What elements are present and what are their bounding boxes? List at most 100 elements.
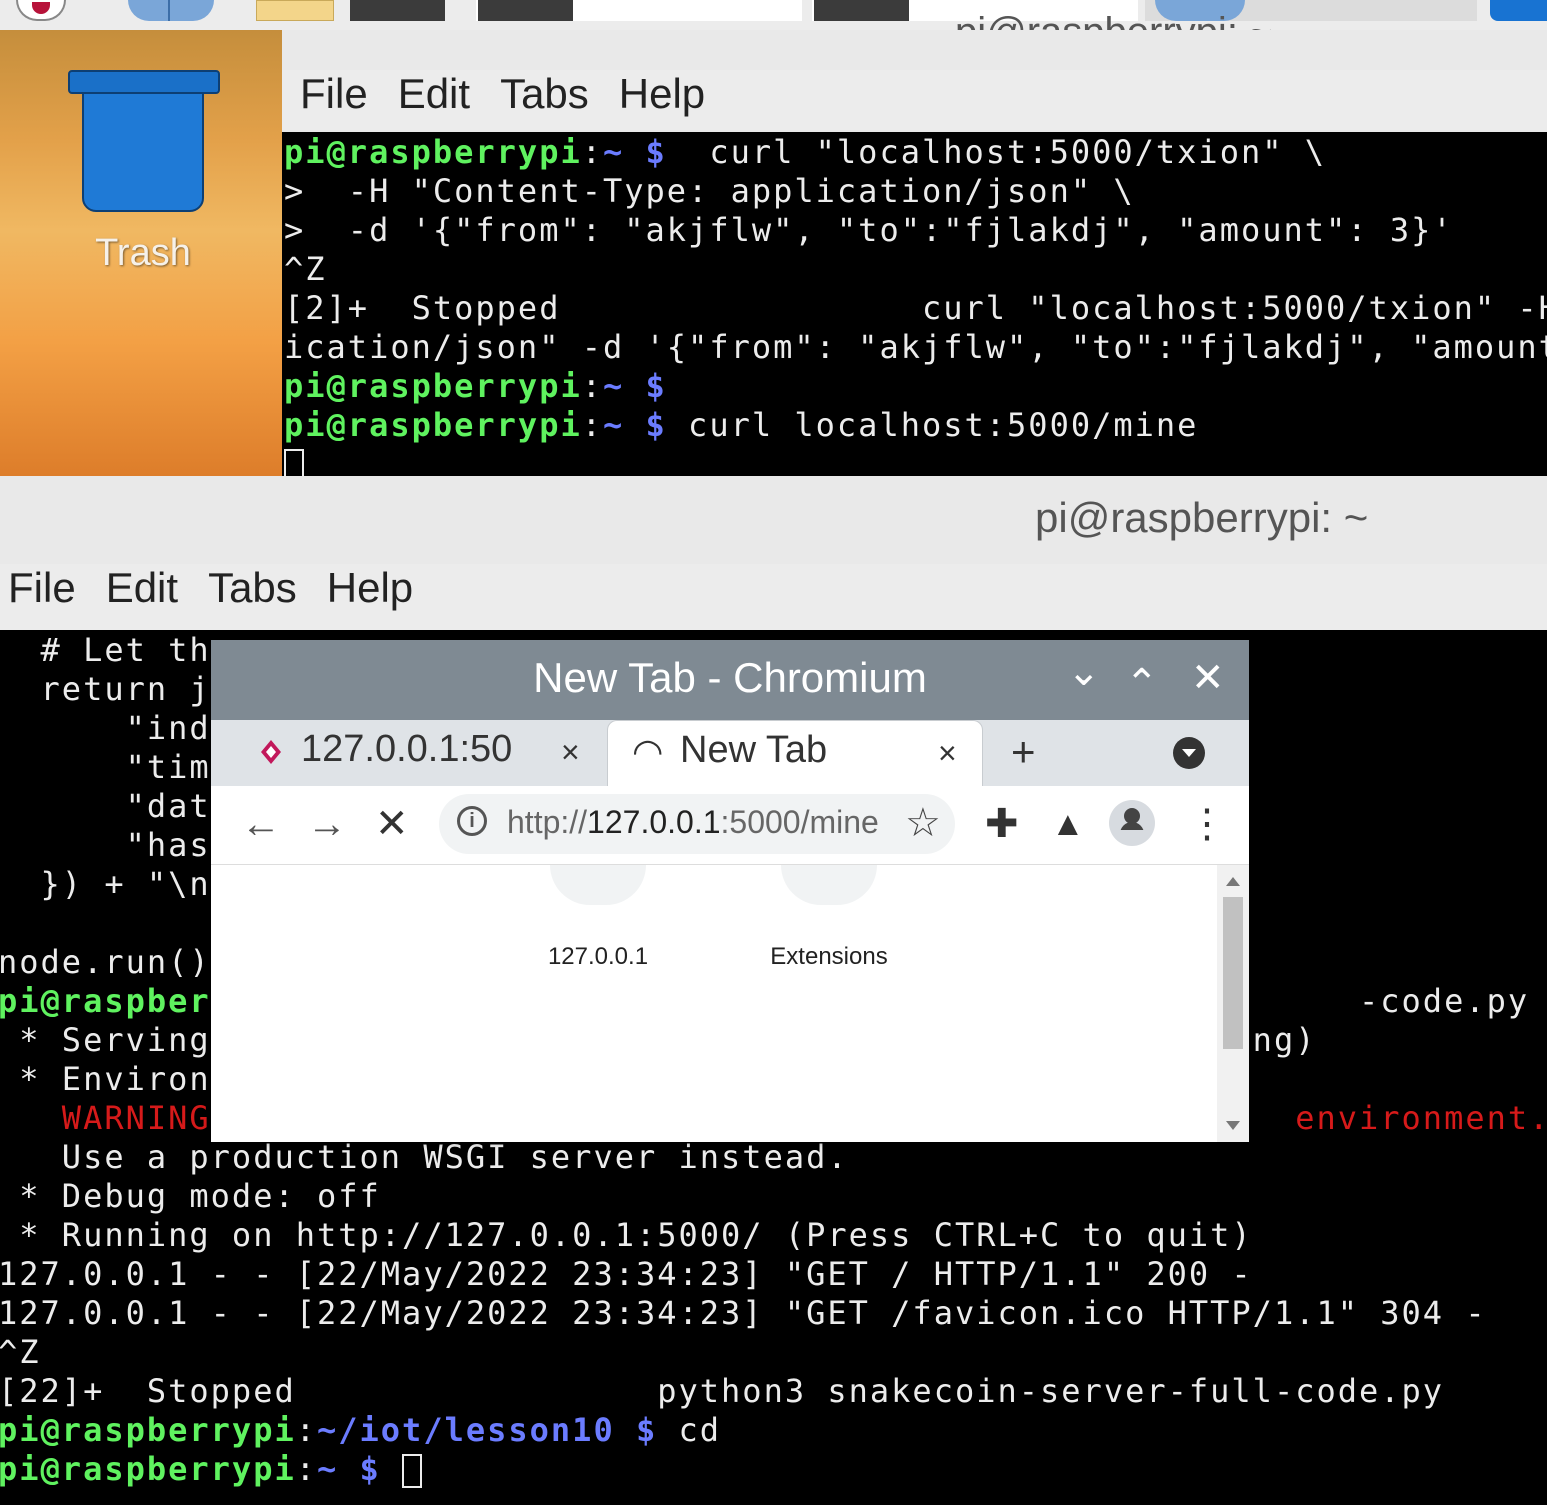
terminal-text: [2]+ Stopped curl "localhost:5000/txion"… (284, 289, 1547, 327)
shortcut-tile-extensions[interactable]: Extensions (729, 865, 929, 971)
terminal-text: return js (0, 670, 232, 708)
terminal-line: "data (0, 787, 232, 826)
terminal-text: Use a production WSGI server instead. (0, 1138, 849, 1176)
terminal-line: "inde (0, 709, 232, 748)
profile-avatar-icon[interactable] (1109, 800, 1155, 846)
shortcut-tile-localhost[interactable]: 127.0.0.1 (498, 865, 698, 971)
terminal-line: ication/json" -d '{"from": "akjflw", "to… (284, 328, 1547, 367)
prompt-path: ~ $ (602, 406, 667, 444)
terminal-line: "time (0, 748, 232, 787)
terminal-text: WARNING: (0, 1099, 232, 1137)
terminal-line: node.run() (0, 943, 211, 982)
labs-flask-icon[interactable]: ▲ (1051, 800, 1085, 848)
menu-tabs[interactable]: Tabs (500, 70, 589, 118)
prompt-user: pi@raspberrypi (0, 1450, 296, 1488)
terminal-line: "hash (0, 826, 232, 865)
terminal-text: * Serving (0, 1021, 211, 1059)
prompt-path: ~ $ (316, 1450, 381, 1488)
forward-icon[interactable]: → (307, 800, 347, 848)
loading-spinner-icon: ◠ (632, 731, 664, 772)
prompt-user: pi@raspberr (0, 982, 232, 1020)
menu-help[interactable]: Help (327, 564, 413, 612)
terminal-text: : (581, 367, 603, 405)
menu-file[interactable]: File (300, 70, 368, 118)
terminal-text: curl localhost:5000/mine (666, 406, 1199, 444)
terminal-text: "time (0, 748, 232, 786)
terminal-line: * Running on http://127.0.0.1:5000/ (Pre… (0, 1216, 1253, 1255)
terminal-line: pi@raspberrypi:~ $ (284, 367, 667, 406)
new-tab-button[interactable]: + (1011, 728, 1036, 776)
terminal-line: }) + "\n" (0, 865, 232, 904)
terminal-line: 127.0.0.1 - - [22/May/2022 23:34:23] "GE… (0, 1255, 1253, 1294)
minimize-button[interactable]: ⌄ (1067, 652, 1101, 692)
chromium-titlebar[interactable]: New Tab - Chromium ⌄ ⌃ ✕ (211, 640, 1249, 720)
shortcut-favicon-icon (550, 865, 646, 905)
tab-localhost[interactable]: 127.0.0.1:50 × (227, 720, 607, 786)
stop-loading-icon[interactable]: ✕ (375, 800, 409, 848)
address-input[interactable]: http://127.0.0.1:5000/mine (507, 804, 879, 841)
terminal-line: 127.0.0.1 - - [22/May/2022 23:34:23] "GE… (0, 1294, 1487, 1333)
terminal-line: * Debug mode: off (0, 1177, 381, 1216)
terminal-bottom-titlebar: pi@raspberrypi: ~ (0, 476, 1547, 564)
prompt-path: ~ $ (602, 367, 667, 405)
terminal-line: * Environm (0, 1060, 232, 1099)
chromium-window: New Tab - Chromium ⌄ ⌃ ✕ 127.0.0.1:50 × … (211, 640, 1249, 1142)
taskbar-terminal-task-1[interactable] (476, 0, 802, 21)
terminal-line: [22]+ Stopped python3 snakecoin-server-f… (0, 1372, 1444, 1411)
file-manager-launcher-icon[interactable] (256, 0, 334, 21)
url-scheme: http:// (507, 804, 588, 840)
trash-desktop-icon[interactable]: Trash (58, 64, 228, 304)
terminal-line: return js (0, 670, 232, 709)
menu-edit[interactable]: Edit (106, 564, 178, 612)
tab-strip: 127.0.0.1:50 × ◠ New Tab × + (211, 720, 1249, 786)
terminal-text: > -d '{"from": "akjflw", "to":"fjlakdj",… (284, 211, 1454, 249)
prompt-user: pi@raspberrypi (284, 367, 582, 405)
raspberry-menu-icon[interactable] (16, 0, 66, 21)
site-info-icon[interactable]: i (457, 806, 487, 836)
prompt-path: ~/iot/lesson10 $ (316, 1411, 658, 1449)
tab-search-icon[interactable] (1173, 737, 1205, 769)
menu-file[interactable]: File (8, 564, 76, 612)
bookmark-star-icon[interactable]: ☆ (905, 800, 941, 846)
menu-kebab-icon[interactable]: ⋮ (1187, 800, 1227, 848)
menu-edit[interactable]: Edit (398, 70, 470, 118)
terminal-cursor (402, 1454, 423, 1488)
terminal-text: "inde (0, 709, 232, 747)
terminal-line: Use a production WSGI server instead. (0, 1138, 849, 1177)
close-window-button[interactable]: ✕ (1191, 658, 1225, 698)
menu-tabs[interactable]: Tabs (208, 564, 297, 612)
terminal-text: "hash (0, 826, 232, 864)
terminal-text: ^Z (0, 1333, 41, 1371)
terminal-launcher-icon[interactable] (350, 0, 445, 21)
maximize-button[interactable]: ⌃ (1125, 664, 1159, 704)
extensions-puzzle-icon[interactable]: ✚ (985, 800, 1019, 848)
back-icon[interactable]: ← (241, 800, 281, 848)
scroll-up-arrow-icon[interactable] (1226, 877, 1240, 886)
terminal-line: pi@raspberrypi:~ $ curl "localhost:5000/… (284, 133, 1326, 172)
menu-help[interactable]: Help (619, 70, 705, 118)
page-scrollbar[interactable] (1217, 865, 1249, 1142)
terminal-text: ication/json" -d '{"from": "akjflw", "to… (284, 328, 1547, 366)
tab-close-icon[interactable]: × (938, 735, 957, 772)
terminal-line (284, 445, 304, 476)
prompt-user: pi@raspberrypi (0, 1411, 296, 1449)
terminal-line: pi@raspberrypi:~ $ (0, 1450, 423, 1489)
terminal-top-output[interactable]: pi@raspberrypi:~ $ curl "localhost:5000/… (282, 132, 1547, 476)
shortcut-label: Extensions (770, 943, 888, 970)
tab-close-icon[interactable]: × (561, 734, 580, 771)
address-bar[interactable]: i http://127.0.0.1:5000/mine ☆ (439, 794, 955, 854)
terminal-line: ^Z (284, 250, 327, 289)
browser-launcher-icon[interactable] (128, 0, 214, 21)
terminal-cursor (284, 449, 304, 476)
scrollbar-thumb[interactable] (1223, 897, 1243, 1049)
bluetooth-icon[interactable] (1490, 0, 1547, 21)
prompt-user: pi@raspberrypi (284, 133, 582, 171)
tab-new-tab[interactable]: ◠ New Tab × (607, 720, 983, 786)
terminal-text: : (581, 133, 603, 171)
terminal-text: ^Z (284, 250, 327, 288)
terminal-line: pi@raspberrypi:~/iot/lesson10 $ cd (0, 1411, 721, 1450)
scroll-down-arrow-icon[interactable] (1226, 1121, 1240, 1130)
tab-title: 127.0.0.1:50 (301, 728, 513, 770)
terminal-text: node.run() (0, 943, 211, 981)
